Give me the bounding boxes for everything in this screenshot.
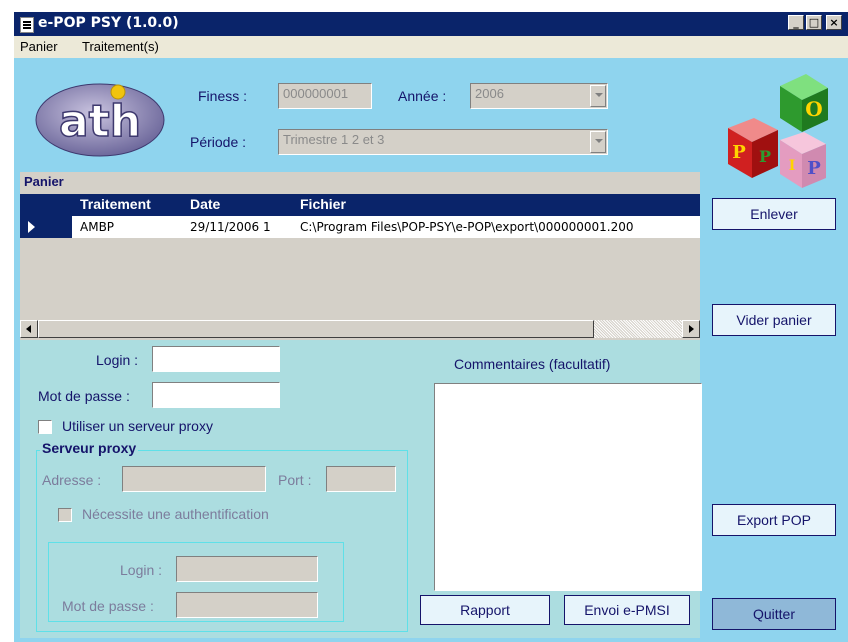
app-window: e-POP PSY (1.0.0) _ □ × Panier Traitemen… xyxy=(14,12,848,642)
title-bar[interactable]: e-POP PSY (1.0.0) _ □ × xyxy=(14,12,848,36)
periode-label: Période : xyxy=(190,134,247,150)
window-title: e-POP PSY (1.0.0) xyxy=(38,15,179,31)
close-button[interactable]: × xyxy=(826,15,842,30)
adresse-label: Adresse : xyxy=(42,472,102,488)
comments-textarea[interactable] xyxy=(434,383,702,591)
password-label: Mot de passe : xyxy=(38,388,130,404)
menu-traitements[interactable]: Traitement(s) xyxy=(82,39,159,54)
port-input[interactable] xyxy=(326,466,396,492)
auth-checkbox[interactable] xyxy=(58,508,72,522)
adresse-input[interactable] xyxy=(122,466,266,492)
proxy-password-label: Mot de passe : xyxy=(62,598,154,614)
scroll-track[interactable] xyxy=(594,320,682,338)
login-label: Login : xyxy=(96,352,139,368)
login-input[interactable] xyxy=(152,346,280,372)
proxy-legend: Serveur proxy xyxy=(40,440,139,456)
chevron-down-icon[interactable] xyxy=(590,85,606,107)
menu-panier[interactable]: Panier xyxy=(20,39,58,54)
annee-select[interactable]: 2006 xyxy=(470,83,608,109)
cube-letter-p2: P xyxy=(759,147,771,166)
minimize-button[interactable]: _ xyxy=(788,15,804,30)
periode-value: Trimestre 1 2 et 3 xyxy=(283,132,385,147)
ath-logo: ath xyxy=(35,83,165,157)
row-indicator-icon xyxy=(20,216,72,238)
envoi-epmsi-button[interactable]: Envoi e-PMSI xyxy=(564,595,690,625)
scroll-left-icon[interactable] xyxy=(20,320,38,338)
cube-letter-o: O xyxy=(805,97,822,121)
finess-label: Finess : xyxy=(198,88,248,104)
proxy-checkbox-label: Utiliser un serveur proxy xyxy=(62,418,213,434)
menu-bar: Panier Traitement(s) xyxy=(14,36,848,58)
col-fichier[interactable]: Fichier xyxy=(300,196,346,212)
cell-fichier: C:\Program Files\POP-PSY\e-POP\export\00… xyxy=(300,220,634,234)
cell-traitement: AMBP xyxy=(80,220,115,234)
table-row[interactable]: AMBP 29/11/2006 1 C:\Program Files\POP-P… xyxy=(20,216,700,238)
periode-select[interactable]: Trimestre 1 2 et 3 xyxy=(278,129,608,155)
proxy-checkbox[interactable] xyxy=(38,420,52,434)
password-input[interactable] xyxy=(152,382,280,408)
scroll-thumb[interactable] xyxy=(38,320,594,338)
cube-letter-p: P xyxy=(732,142,746,163)
proxy-login-label: Login : xyxy=(120,562,163,578)
horizontal-scrollbar[interactable] xyxy=(20,320,700,338)
app-icon xyxy=(20,17,34,33)
maximize-button[interactable]: □ xyxy=(806,15,822,30)
export-pop-button[interactable]: Export POP xyxy=(712,504,836,536)
cube-letter-i: I xyxy=(789,158,796,174)
annee-label: Année : xyxy=(398,88,447,104)
pop-cubes-logo: O P P P I xyxy=(728,74,828,188)
port-label: Port : xyxy=(278,472,312,488)
vider-panier-button[interactable]: Vider panier xyxy=(712,304,836,336)
finess-field: 000000001 xyxy=(278,83,372,109)
rapport-button[interactable]: Rapport xyxy=(420,595,550,625)
panier-panel: Panier Traitement Date Fichier AMBP 29/1… xyxy=(20,172,700,342)
finess-value: 000000001 xyxy=(283,86,349,101)
enlever-button[interactable]: Enlever xyxy=(712,198,836,230)
annee-value: 2006 xyxy=(475,86,504,101)
panier-grid-header: Traitement Date Fichier xyxy=(20,194,700,216)
cube-letter-p3: P xyxy=(807,158,821,179)
quitter-button[interactable]: Quitter xyxy=(712,598,836,630)
logo-text: ath xyxy=(59,96,141,147)
proxy-password-input[interactable] xyxy=(176,592,318,618)
col-date[interactable]: Date xyxy=(190,196,220,212)
proxy-login-input[interactable] xyxy=(176,556,318,582)
chevron-down-icon[interactable] xyxy=(590,131,606,153)
scroll-right-icon[interactable] xyxy=(682,320,700,338)
auth-checkbox-label: Nécessite une authentification xyxy=(82,506,269,522)
comments-label: Commentaires (facultatif) xyxy=(454,356,611,372)
panier-title: Panier xyxy=(24,174,64,189)
cell-date: 29/11/2006 1 xyxy=(190,220,271,234)
col-traitement[interactable]: Traitement xyxy=(80,196,151,212)
connection-panel: Login : Mot de passe : Utiliser un serve… xyxy=(20,340,702,638)
